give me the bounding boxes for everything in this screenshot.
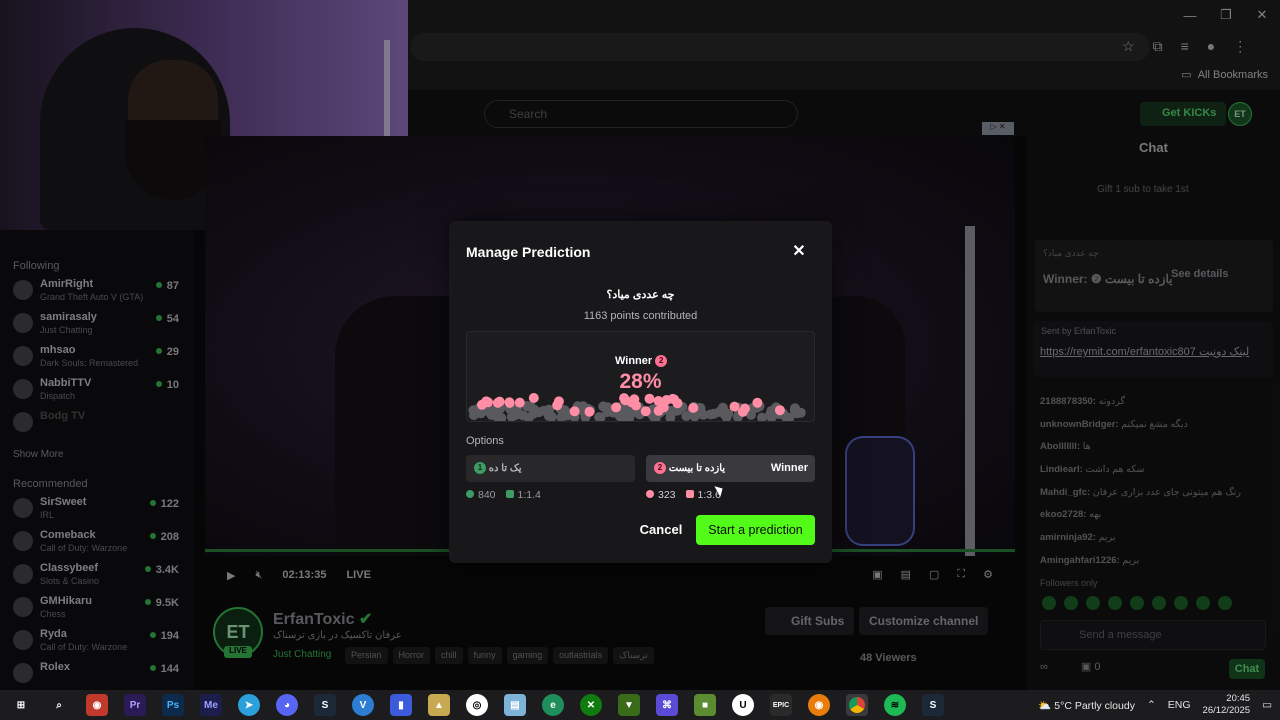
vote-bubble-winner xyxy=(661,395,672,405)
windows-start-icon[interactable]: ⊞ xyxy=(10,694,32,716)
app-icon[interactable]: ◉ xyxy=(86,694,108,716)
vote-bubble-winner xyxy=(729,401,740,412)
weather-icon: ⛅ xyxy=(1038,699,1052,712)
vote-bubbles xyxy=(468,393,806,421)
start-prediction-button[interactable]: Start a prediction xyxy=(696,515,815,545)
obs-icon[interactable]: ◎ xyxy=(466,694,488,716)
users-icon: 323 xyxy=(646,489,676,501)
vote-bubble-winner xyxy=(481,396,492,407)
weather-widget[interactable]: ⛅ 5°C Partly cloudy xyxy=(1038,699,1135,712)
steam-icon[interactable]: S xyxy=(314,694,336,716)
option-1-stats: 840 1:1.4 xyxy=(466,489,541,501)
vote-bubble-winner xyxy=(528,393,539,403)
vote-bubble xyxy=(598,401,609,412)
epic-games-icon[interactable]: EPIC xyxy=(770,694,792,716)
xbox-icon[interactable]: ✕ xyxy=(580,694,602,716)
vote-bubble-winner xyxy=(504,397,515,408)
app-icon[interactable]: ▲ xyxy=(428,694,450,716)
steam-icon[interactable]: S xyxy=(922,694,944,716)
option-1[interactable]: 1 یک تا ده xyxy=(466,455,635,482)
premiere-icon[interactable]: Pr xyxy=(124,694,146,716)
language-indicator[interactable]: ENG xyxy=(1168,699,1191,711)
taskbar: ⊞ ⌕ ◉ Pr Ps Me ➤ ◕ S V ▮ ▲ ◎ ▤ e ✕ ▼ ⌘ ■… xyxy=(0,690,1280,720)
vote-bubble-winner xyxy=(514,397,525,408)
controller-icon[interactable]: ⌘ xyxy=(656,694,678,716)
blender-icon[interactable]: ◉ xyxy=(808,694,830,716)
vote-bubble-winner xyxy=(611,402,622,413)
vote-bubble-winner xyxy=(619,393,630,404)
vote-bubble xyxy=(528,408,539,419)
chrome-icon[interactable] xyxy=(846,694,868,716)
vote-bubble-winner xyxy=(774,405,785,416)
telegram-icon[interactable]: ➤ xyxy=(238,694,260,716)
close-icon[interactable]: ✕ xyxy=(790,243,808,261)
search-icon[interactable]: ⌕ xyxy=(48,694,70,716)
vote-bubble-winner xyxy=(653,405,664,416)
winner-tag: Winner xyxy=(770,462,808,474)
prediction-question: چه عددی میاد؟ xyxy=(606,289,675,301)
vote-bubble xyxy=(559,408,570,418)
vote-bubble-winner xyxy=(644,393,655,404)
vote-bubble xyxy=(543,408,554,419)
spotify-icon[interactable]: ≋ xyxy=(884,694,906,716)
options-label: Options xyxy=(466,435,504,447)
stats-icon[interactable]: ▮ xyxy=(390,694,412,716)
points-contributed: 1163 points contributed xyxy=(583,310,698,322)
cancel-button[interactable]: Cancel xyxy=(634,518,688,542)
vote-bubble-winner xyxy=(672,398,683,409)
users-icon: 840 xyxy=(466,489,496,501)
vote-bubble-winner xyxy=(569,406,580,417)
vpn-icon[interactable]: V xyxy=(352,694,374,716)
clock[interactable]: 20:45 26/12/2025 xyxy=(1203,693,1251,717)
minecraft-icon[interactable]: ■ xyxy=(694,694,716,716)
ratio-icon: 1:1.4 xyxy=(505,489,541,501)
nvidia-icon[interactable]: ▼ xyxy=(618,694,640,716)
modal-title: Manage Prediction xyxy=(466,244,591,260)
discord-icon[interactable]: ◕ xyxy=(276,694,298,716)
vote-bubble-winner xyxy=(552,400,563,411)
vote-bubble xyxy=(618,411,629,421)
notes-icon[interactable]: ▤ xyxy=(504,694,526,716)
system-tray: ⛅ 5°C Partly cloudy ⌃ ENG 20:45 26/12/202… xyxy=(1038,690,1272,720)
ratio-icon: 1:3.6 xyxy=(685,489,721,501)
vote-bubble-winner xyxy=(752,397,763,408)
option-number-badge: 1 xyxy=(474,462,486,474)
unreal-icon[interactable]: U xyxy=(732,694,754,716)
option-2-stats: 323 1:3.6 xyxy=(646,489,721,501)
edge-icon[interactable]: e xyxy=(542,694,564,716)
vote-bubble xyxy=(486,409,497,420)
media-encoder-icon[interactable]: Me xyxy=(200,694,222,716)
photoshop-icon[interactable]: Ps xyxy=(162,694,184,716)
option-number-badge: 2 xyxy=(655,355,668,367)
chevron-up-icon[interactable]: ⌃ xyxy=(1147,699,1156,711)
option-number-badge: 2 xyxy=(654,462,666,474)
vote-bubble-winner xyxy=(631,400,641,411)
winner-label: Winner 2 xyxy=(615,355,668,367)
vote-bubble-winner xyxy=(584,406,595,417)
vote-bubble xyxy=(792,408,802,419)
vote-bubble-winner xyxy=(640,406,651,417)
vote-bubble-winner xyxy=(494,396,505,407)
vote-bubble-winner xyxy=(688,402,699,413)
notification-icon[interactable]: ▭ xyxy=(1262,699,1272,711)
option-2[interactable]: 2 یازده تا بیست Winner xyxy=(646,455,815,482)
vote-bubble-winner xyxy=(740,403,750,414)
